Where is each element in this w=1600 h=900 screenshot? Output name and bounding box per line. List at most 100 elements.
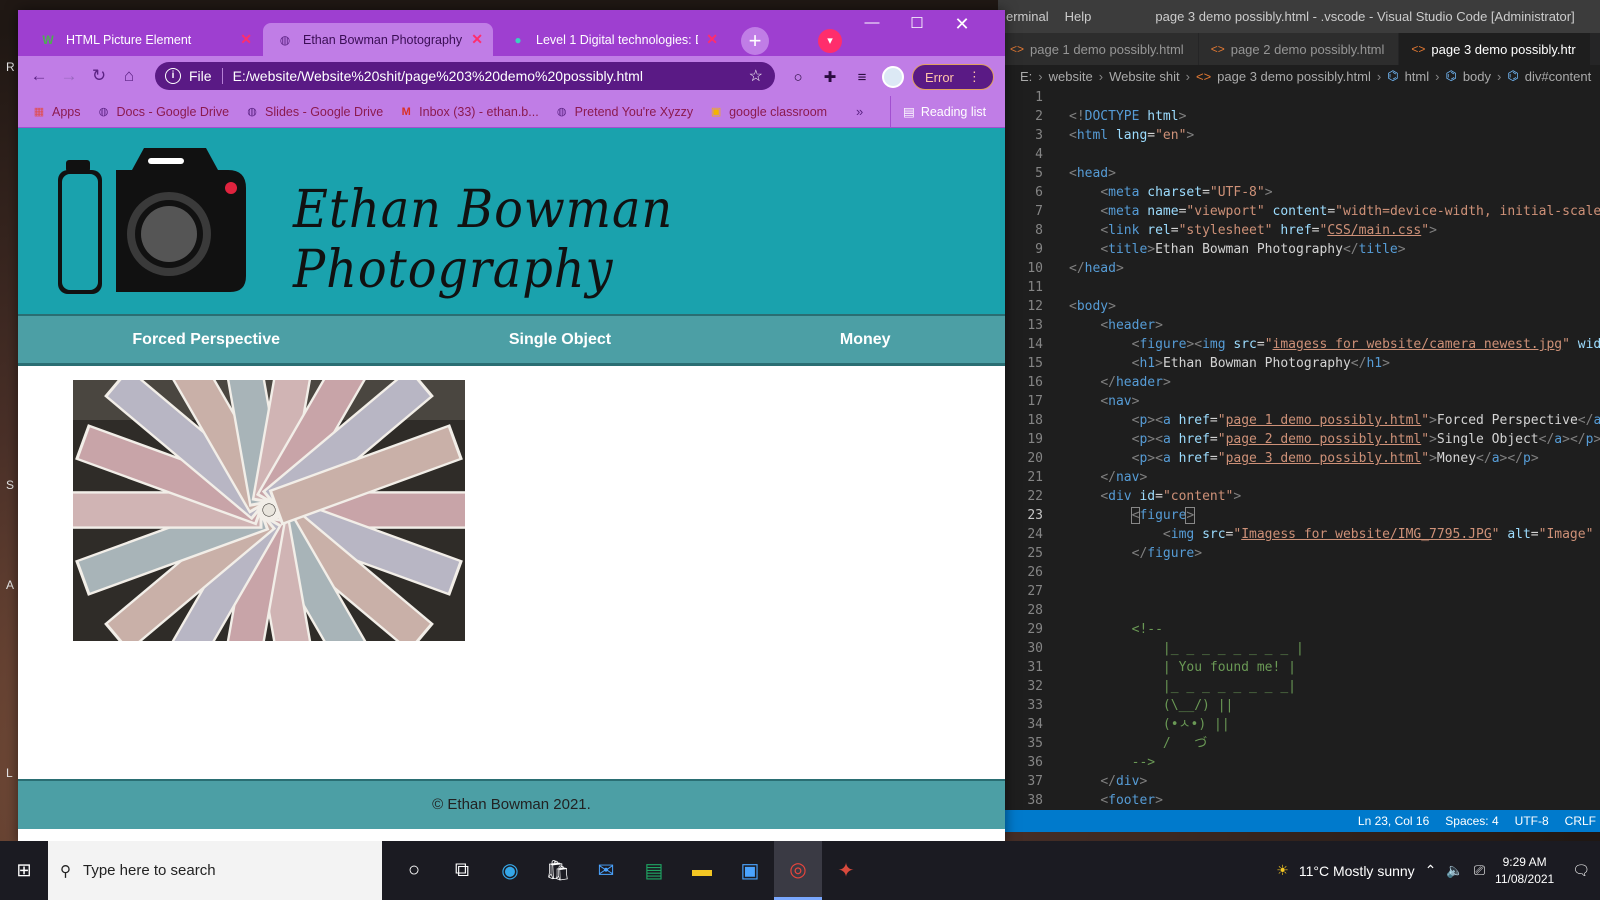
bookmarks-overflow-icon[interactable]: » bbox=[856, 104, 863, 119]
minimize-icon[interactable]: — bbox=[852, 14, 892, 31]
browser-window: W HTML Picture Element ✕ ◍ Ethan Bowman … bbox=[18, 10, 1005, 845]
weather-text[interactable]: 11°C Mostly sunny bbox=[1299, 863, 1415, 879]
app-icon[interactable]: ✦ bbox=[822, 841, 870, 900]
tab-strip: W HTML Picture Element ✕ ◍ Ethan Bowman … bbox=[18, 10, 1005, 56]
camera-logo-icon bbox=[58, 148, 246, 294]
network-icon[interactable]: ⎚ bbox=[1474, 862, 1485, 879]
browser-tab[interactable]: ● Level 1 Digital technologies: Dev ✕ bbox=[496, 23, 728, 56]
site-content bbox=[18, 366, 1005, 779]
profile-avatar[interactable] bbox=[882, 66, 904, 88]
url-text[interactable]: E:/website/Website%20shit/page%203%20dem… bbox=[233, 68, 643, 84]
site-title: Ethan Bowman Photography bbox=[293, 180, 674, 300]
nav-link-forced-perspective[interactable]: Forced Perspective bbox=[132, 331, 280, 349]
error-label: Error bbox=[925, 69, 954, 85]
crumb[interactable]: div#content bbox=[1525, 69, 1592, 84]
tab-title: Ethan Bowman Photography bbox=[303, 32, 463, 47]
menu-terminal[interactable]: erminal bbox=[998, 9, 1057, 24]
new-tab-button[interactable]: + bbox=[741, 27, 769, 55]
close-tab-icon[interactable]: ✕ bbox=[471, 31, 483, 48]
encoding[interactable]: UTF-8 bbox=[1515, 814, 1549, 828]
browser-tab-active[interactable]: ◍ Ethan Bowman Photography ✕ bbox=[263, 23, 493, 56]
globe-icon: ◍ bbox=[247, 106, 257, 118]
bookmark-docs[interactable]: ◍ Docs - Google Drive bbox=[89, 105, 238, 119]
tab-search-icon[interactable]: ▾ bbox=[818, 29, 842, 53]
store-icon[interactable]: 🛍 bbox=[534, 841, 582, 900]
close-tab-icon[interactable]: ✕ bbox=[240, 31, 252, 48]
cortana-icon[interactable]: ○ bbox=[390, 841, 438, 900]
money-fan-photo bbox=[73, 380, 465, 641]
bookmark-classroom[interactable]: ▣ google classroom bbox=[701, 105, 835, 119]
file-explorer-icon[interactable]: ▬ bbox=[678, 841, 726, 900]
extension-circle-icon[interactable]: ○ bbox=[786, 69, 810, 86]
kebab-menu-icon[interactable]: ⋮ bbox=[968, 69, 981, 85]
editor-tab-active[interactable]: <> page 3 demo possibly.htr bbox=[1399, 33, 1591, 65]
bookmark-xyzzy[interactable]: ◍ Pretend You're Xyzzy bbox=[547, 105, 701, 119]
maximize-icon[interactable]: ☐ bbox=[897, 14, 937, 32]
notifications-icon[interactable]: 🗨 bbox=[1572, 862, 1590, 879]
bookmark-apps[interactable]: ▦ Apps bbox=[24, 105, 89, 119]
crumb[interactable]: Website shit bbox=[1109, 69, 1180, 84]
forward-icon[interactable]: → bbox=[54, 66, 84, 86]
vscode-window: erminal Help page 3 demo possibly.html -… bbox=[998, 0, 1600, 832]
classroom-icon: ▣ bbox=[710, 106, 722, 118]
close-window-icon[interactable]: ✕ bbox=[942, 14, 982, 35]
bookmark-slides[interactable]: ◍ Slides - Google Drive bbox=[237, 105, 391, 119]
tab-title: Level 1 Digital technologies: Dev bbox=[536, 32, 698, 47]
close-tab-icon[interactable]: ✕ bbox=[706, 31, 718, 48]
browser-toolbar: ← → ↻ ⌂ i File E:/website/Website%20shit… bbox=[18, 56, 1005, 96]
site-header: Ethan Bowman Photography bbox=[18, 128, 1005, 314]
clock[interactable]: 9:29 AM 11/08/2021 bbox=[1495, 854, 1554, 888]
search-placeholder: Type here to search bbox=[83, 862, 216, 879]
site-info-icon[interactable]: i bbox=[165, 68, 181, 84]
html-file-icon: <> bbox=[1195, 68, 1212, 84]
url-scheme: File bbox=[189, 68, 223, 84]
w3schools-icon: W bbox=[42, 32, 54, 47]
clock-date: 11/08/2021 bbox=[1495, 871, 1555, 886]
crumb[interactable]: html bbox=[1405, 69, 1430, 84]
bookmark-star-icon[interactable]: ☆ bbox=[749, 66, 763, 86]
reading-list-icon: ▤ bbox=[903, 105, 915, 119]
code-editor[interactable]: 1 2 <!DOCTYPE html> 3 <html lang="en"> 4 5… bbox=[998, 88, 1600, 810]
weather-icon[interactable]: ☀ bbox=[1276, 862, 1289, 879]
globe-icon: ◍ bbox=[556, 106, 567, 118]
bookmarks-bar: ▦ Apps ◍ Docs - Google Drive ◍ Slides - Goo… bbox=[18, 96, 1005, 128]
chrome-icon[interactable]: ◎ bbox=[774, 841, 822, 900]
mail-icon[interactable]: ✉ bbox=[582, 841, 630, 900]
window-title: page 3 demo possibly.html - .vscode - Vi… bbox=[1155, 9, 1575, 24]
browser-tab[interactable]: W HTML Picture Element ✕ bbox=[26, 23, 262, 56]
cursor-position[interactable]: Ln 23, Col 16 bbox=[1358, 814, 1429, 828]
extensions-puzzle-icon[interactable]: ✚ bbox=[818, 68, 842, 86]
news-icon[interactable]: ▣ bbox=[726, 841, 774, 900]
html-file-icon: <> bbox=[1210, 42, 1225, 56]
bookmark-gmail[interactable]: M Inbox (33) - ethan.b... bbox=[391, 105, 547, 119]
crumb[interactable]: body bbox=[1463, 69, 1491, 84]
reading-list-button[interactable]: ▤ Reading list bbox=[890, 96, 986, 127]
tab-label: page 2 demo possibly.html bbox=[1230, 41, 1385, 57]
line-ending[interactable]: CRLF bbox=[1565, 814, 1596, 828]
menu-help[interactable]: Help bbox=[1057, 9, 1100, 24]
editor-tab[interactable]: <> page 1 demo possibly.html bbox=[998, 33, 1199, 65]
tray-chevron-icon[interactable]: ⌃ bbox=[1425, 862, 1437, 879]
sheets-icon[interactable]: ▤ bbox=[630, 841, 678, 900]
nav-link-single-object[interactable]: Single Object bbox=[509, 331, 611, 349]
address-bar[interactable]: i File E:/website/Website%20shit/page%20… bbox=[155, 62, 775, 90]
taskbar-search[interactable]: ⚲ Type here to search bbox=[48, 841, 382, 900]
crumb[interactable]: E: bbox=[1020, 69, 1032, 84]
site-footer: © Ethan Bowman 2021. bbox=[18, 779, 1005, 829]
media-queue-icon[interactable]: ≡ bbox=[850, 69, 874, 86]
error-badge[interactable]: Error ⋮ bbox=[912, 64, 994, 90]
volume-icon[interactable]: 🔈 bbox=[1446, 862, 1463, 879]
edge-icon[interactable]: ◉ bbox=[486, 841, 534, 900]
back-icon[interactable]: ← bbox=[24, 66, 54, 86]
reload-icon[interactable]: ↻ bbox=[84, 66, 114, 86]
element-icon: ⌬ bbox=[1507, 68, 1519, 83]
indent-setting[interactable]: Spaces: 4 bbox=[1445, 814, 1498, 828]
crumb[interactable]: website bbox=[1049, 69, 1093, 84]
home-icon[interactable]: ⌂ bbox=[114, 66, 144, 86]
task-view-icon[interactable]: ⧉ bbox=[438, 841, 486, 900]
crumb[interactable]: page 3 demo possibly.html bbox=[1217, 69, 1371, 84]
windows-start-icon[interactable]: ⊞ bbox=[0, 860, 48, 881]
site-icon: ● bbox=[514, 32, 522, 47]
editor-tab[interactable]: <> page 2 demo possibly.html bbox=[1198, 33, 1400, 65]
nav-link-money[interactable]: Money bbox=[840, 331, 891, 349]
